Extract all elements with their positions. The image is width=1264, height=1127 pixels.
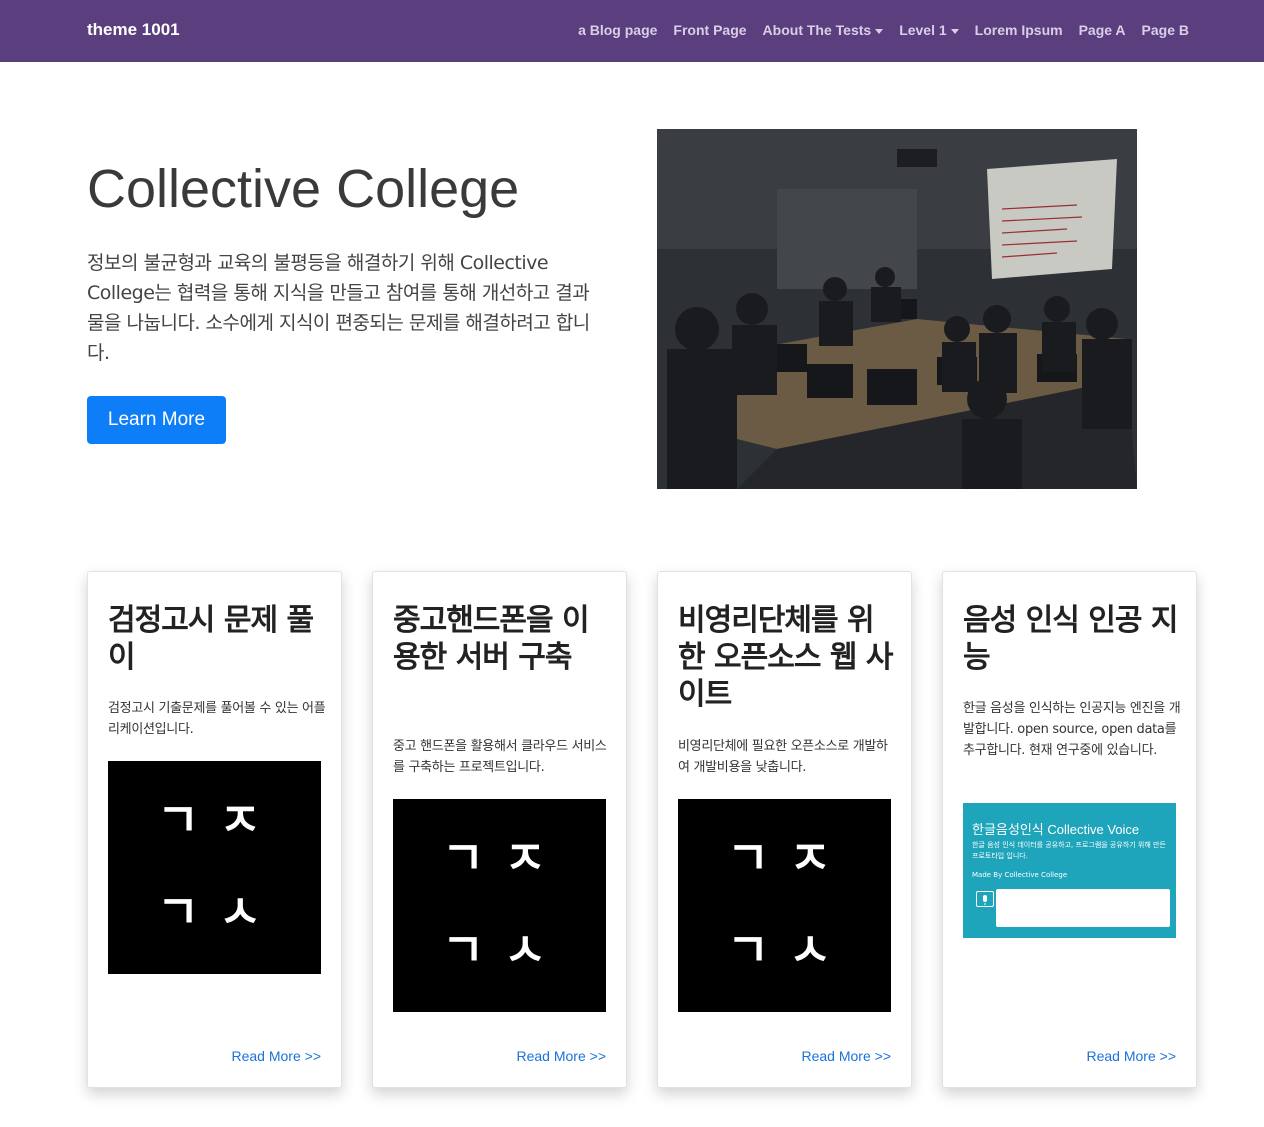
hero-description: 정보의 불균형과 교육의 불평등을 해결하기 위해 Collective Col… bbox=[87, 252, 590, 364]
svg-text:ㄱ: ㄱ bbox=[727, 923, 769, 977]
microphone-icon bbox=[976, 891, 994, 907]
card-title: 중고핸드폰을 이용한 서버 구축 bbox=[393, 603, 590, 675]
brand-logo-link[interactable]: theme 1001 bbox=[87, 20, 180, 40]
voice-text-output bbox=[996, 889, 1170, 927]
collective-college-logo: ㄱ ㅈ ㄱ ㅅ bbox=[393, 799, 606, 1012]
caret-down-icon bbox=[875, 28, 884, 34]
card-description: 비영리단체에 필요한 오픈소스로 개발하여 개발비용을 낮춥니다. bbox=[678, 739, 888, 775]
collective-college-logo: ㄱ ㅈ ㄱ ㅅ bbox=[678, 799, 891, 1012]
nav-front-page[interactable]: Front Page bbox=[673, 22, 746, 38]
top-navbar: theme 1001 a Blog page Front Page About … bbox=[0, 0, 1264, 62]
svg-text:ㅈ: ㅈ bbox=[504, 831, 546, 885]
read-more-link[interactable]: Read More >> bbox=[1087, 1048, 1177, 1064]
svg-text:ㅈ: ㅈ bbox=[219, 793, 261, 847]
card-title: 음성 인식 인공 지능 bbox=[963, 603, 1179, 675]
voice-preview-title: 한글음성인식 Collective Voice bbox=[972, 822, 1140, 837]
voice-preview-subtitle: 한글 음성 인식 데이터를 공유하고, 프로그램을 공유하기 위해 만든 프로토… bbox=[972, 841, 1166, 860]
nav-blog-page[interactable]: a Blog page bbox=[578, 22, 657, 38]
read-more-link[interactable]: Read More >> bbox=[232, 1048, 322, 1064]
nav-level-1[interactable]: Level 1 bbox=[899, 22, 959, 38]
card-title: 검정고시 문제 풀이 bbox=[108, 603, 314, 675]
nav-lorem-ipsum[interactable]: Lorem Ipsum bbox=[975, 22, 1063, 38]
main-nav: a Blog page Front Page About The Tests L… bbox=[578, 22, 1189, 38]
svg-text:ㅅ: ㅅ bbox=[789, 923, 831, 977]
read-more-link[interactable]: Read More >> bbox=[802, 1048, 892, 1064]
classroom-photo bbox=[657, 129, 1137, 489]
svg-text:ㄱ: ㄱ bbox=[442, 831, 484, 885]
card-title: 비영리단체를 위한 오픈소스 웹 사이트 bbox=[678, 603, 894, 712]
voice-preview-credit: Made By Collective College bbox=[972, 871, 1068, 879]
svg-text:ㅈ: ㅈ bbox=[789, 831, 831, 885]
card-description: 한글 음성을 인식하는 인공지능 엔진을 개발합니다. open source,… bbox=[963, 701, 1181, 758]
project-card-voice-ai: 음성 인식 인공 지능 한글 음성을 인식하는 인공지능 엔진을 개발합니다. … bbox=[942, 571, 1197, 1088]
nav-page-a[interactable]: Page A bbox=[1079, 22, 1126, 38]
svg-text:ㄱ: ㄱ bbox=[442, 923, 484, 977]
project-card-nonprofit-web: 비영리단체를 위한 오픈소스 웹 사이트 비영리단체에 필요한 오픈소스로 개발… bbox=[657, 571, 912, 1088]
svg-text:ㄱ: ㄱ bbox=[727, 831, 769, 885]
project-card-geomjeong: 검정고시 문제 풀이 검정고시 기출문제를 풀어볼 수 있는 어플리케이션입니다… bbox=[87, 571, 342, 1088]
svg-text:ㅅ: ㅅ bbox=[504, 923, 546, 977]
read-more-link[interactable]: Read More >> bbox=[517, 1048, 607, 1064]
svg-text:ㄱ: ㄱ bbox=[157, 793, 199, 847]
project-card-phone-server: 중고핸드폰을 이용한 서버 구축 중고 핸드폰을 활용해서 클라우드 서비스를 … bbox=[372, 571, 627, 1088]
card-description: 검정고시 기출문제를 풀어볼 수 있는 어플리케이션입니다. bbox=[108, 701, 326, 737]
nav-about-the-tests[interactable]: About The Tests bbox=[763, 22, 884, 38]
hero-title: Collective College bbox=[87, 159, 520, 219]
collective-voice-preview: 한글음성인식 Collective Voice 한글 음성 인식 데이터를 공유… bbox=[963, 803, 1176, 938]
caret-down-icon bbox=[950, 28, 959, 34]
card-description: 중고 핸드폰을 활용해서 클라우드 서비스를 구축하는 프로젝트입니다. bbox=[393, 739, 607, 775]
svg-text:ㅅ: ㅅ bbox=[219, 885, 261, 939]
learn-more-button[interactable]: Learn More bbox=[87, 396, 226, 444]
nav-page-b[interactable]: Page B bbox=[1142, 22, 1189, 38]
collective-college-logo: ㄱ ㅈ ㄱ ㅅ bbox=[108, 761, 321, 974]
svg-text:ㄱ: ㄱ bbox=[157, 885, 199, 939]
